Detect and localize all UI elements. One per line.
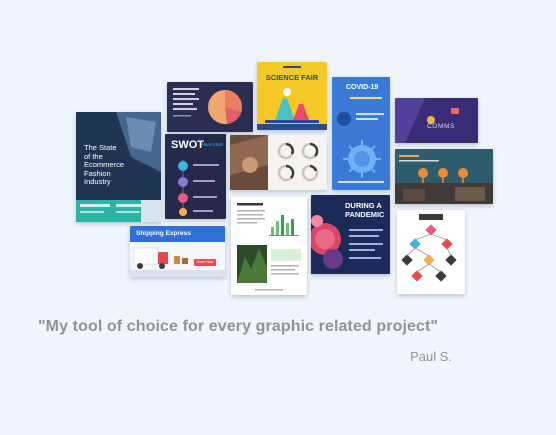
template-pie-chart[interactable] xyxy=(167,82,253,132)
template-photo-stats[interactable] xyxy=(230,135,327,190)
pandemic-title: DURING A PANDEMIC xyxy=(345,201,385,219)
ecommerce-report-title: The State of the Ecommerce Fashion Indus… xyxy=(84,143,125,186)
covid-title: COVID-19 xyxy=(346,84,379,91)
report-chart-art xyxy=(237,203,301,291)
template-shipping-express[interactable]: Shipping Express Order Now xyxy=(130,226,225,277)
shipping-title: Shipping Express xyxy=(136,230,191,237)
template-swot[interactable]: SWOT ANALYSIS xyxy=(165,134,226,219)
swot-title: SWOT xyxy=(171,139,204,151)
template-collage: The State of the Ecommerce Fashion Indus… xyxy=(0,0,556,300)
photo-stats-art xyxy=(230,135,319,190)
swot-subtitle: ANALYSIS xyxy=(201,142,223,147)
template-comms[interactable]: COMMS xyxy=(395,98,478,143)
template-location-banner[interactable] xyxy=(395,149,493,204)
template-report-chart[interactable] xyxy=(231,197,307,295)
template-covid-19[interactable]: COVID-19 xyxy=(332,77,390,190)
template-science-fair[interactable]: SCIENCE FAIR xyxy=(257,62,327,130)
comms-title: COMMS xyxy=(427,123,455,130)
flowchart-art xyxy=(401,214,457,282)
comms-art xyxy=(395,98,478,143)
shipping-order-button[interactable]: Order Now xyxy=(194,259,216,266)
testimonial-quote: "My tool of choice for every graphic rel… xyxy=(38,318,439,335)
covid-art xyxy=(337,97,384,183)
template-pandemic[interactable]: DURING A PANDEMIC xyxy=(311,195,390,274)
location-banner-art xyxy=(395,149,493,204)
template-flowchart[interactable] xyxy=(397,210,465,294)
template-ecommerce-report[interactable]: The State of the Ecommerce Fashion Indus… xyxy=(76,112,161,222)
testimonial-author: Paul S. xyxy=(410,349,452,364)
science-fair-title: SCIENCE FAIR xyxy=(265,73,319,82)
pie-chart-art xyxy=(173,88,242,124)
